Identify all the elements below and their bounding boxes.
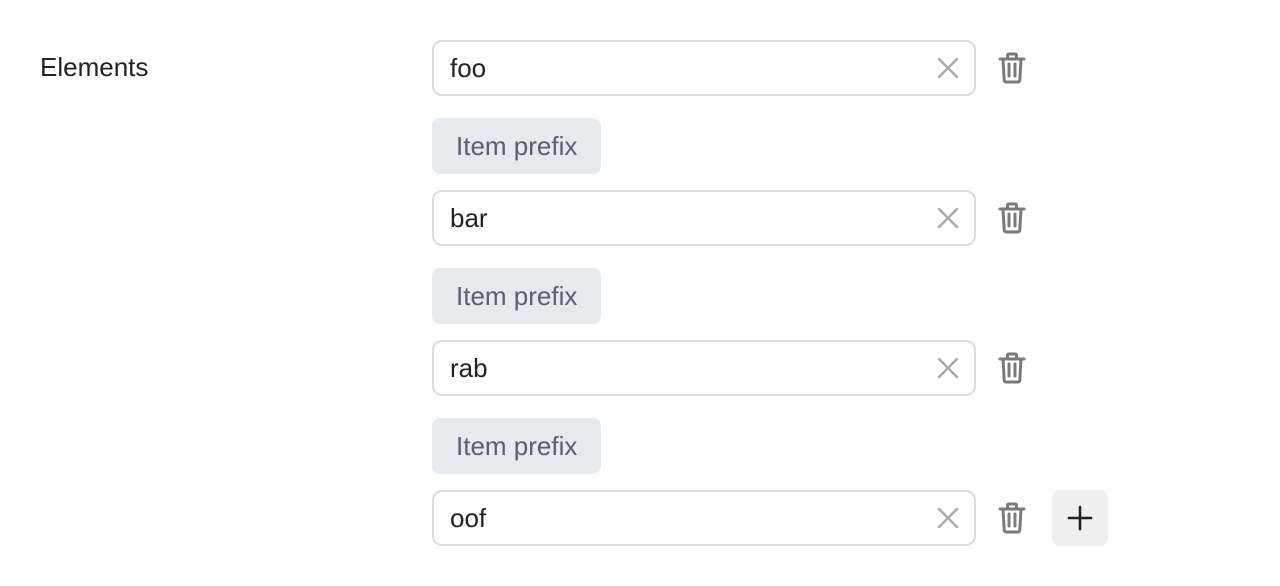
text-field [432,190,976,246]
prefix-row: Item prefix [432,118,1132,174]
item-input[interactable] [434,342,904,394]
clear-button[interactable] [936,56,960,80]
prefix-row: Item prefix [432,418,1132,474]
close-icon [937,207,959,229]
list-item [432,490,1132,546]
list-item [432,40,1132,96]
delete-item-button[interactable] [992,340,1032,396]
text-field [432,490,976,546]
text-field [432,40,976,96]
plus-icon [1067,505,1093,531]
close-icon [937,357,959,379]
item-prefix-chip: Item prefix [432,118,602,174]
delete-item-button[interactable] [992,190,1032,246]
clear-button[interactable] [936,506,960,530]
item-input[interactable] [434,42,904,94]
item-input[interactable] [434,492,904,544]
item-input[interactable] [434,192,904,244]
close-icon [937,57,959,79]
prefix-row: Item prefix [432,268,1132,324]
trash-icon [998,352,1026,384]
trash-icon [998,202,1026,234]
add-item-button[interactable] [1052,490,1108,546]
list-item [432,190,1132,246]
item-prefix-chip: Item prefix [432,268,602,324]
delete-item-button[interactable] [992,490,1032,546]
delete-item-button[interactable] [992,40,1032,96]
trash-icon [998,52,1026,84]
trash-icon [998,502,1026,534]
item-prefix-chip: Item prefix [432,418,602,474]
clear-button[interactable] [936,206,960,230]
list-item [432,340,1132,396]
close-icon [937,507,959,529]
field-label: Elements [40,52,149,82]
clear-button[interactable] [936,356,960,380]
elements-form-row: Elements Item pre [0,0,1280,586]
items-list: Item prefix Item [432,40,1132,546]
text-field [432,340,976,396]
